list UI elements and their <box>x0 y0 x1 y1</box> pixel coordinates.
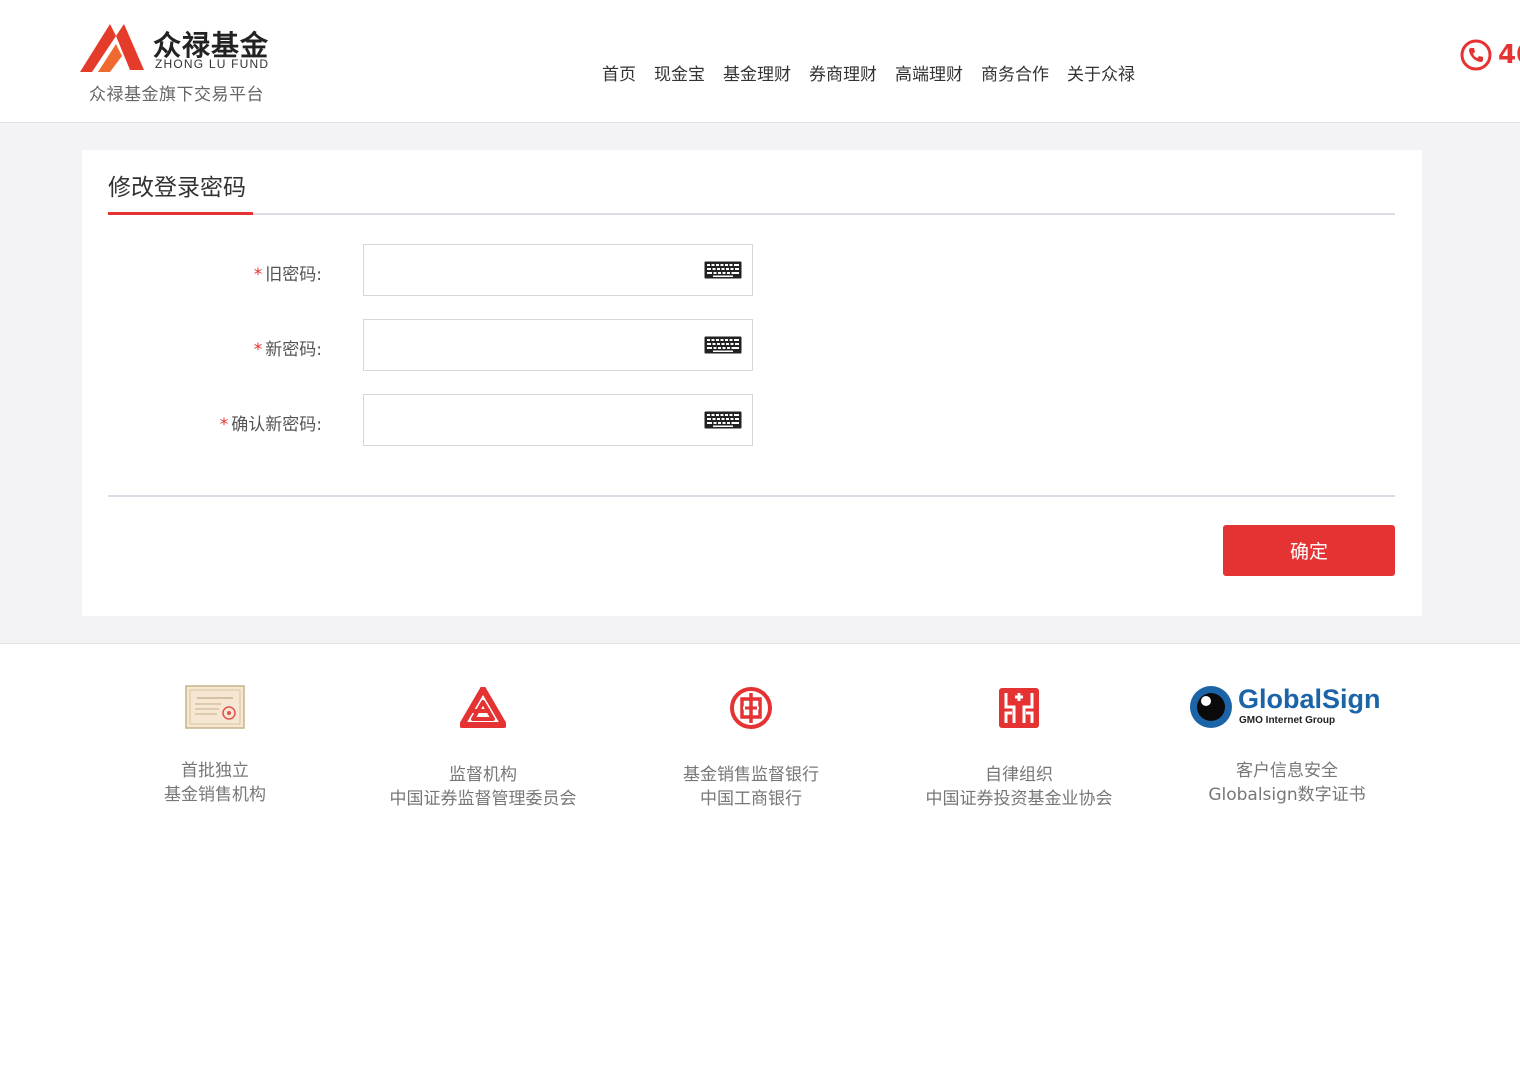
nav-home[interactable]: 首页 <box>602 60 636 85</box>
keyboard-icon[interactable] <box>704 261 742 279</box>
footer-icon-wrap <box>349 678 617 738</box>
footer-text: 基金销售监督银行 中国工商银行 <box>617 763 885 811</box>
footer-line1: 首批独立 <box>181 761 249 781</box>
title-divider <box>108 213 1395 215</box>
hotline-number: 40 <box>1498 40 1520 70</box>
confirm-password-row: * 确认新密码: <box>82 394 1422 448</box>
main-area: 修改登录密码 * 旧密码: * 新密码: * 确认新密码: 确定 <box>0 123 1520 644</box>
confirm-password-label: * 确认新密码: <box>220 410 322 435</box>
page-title: 修改登录密码 <box>108 175 246 201</box>
nav-broker-finance[interactable]: 券商理财 <box>809 60 877 85</box>
site-logo[interactable]: 众禄基金 ZHONG LU FUND 众禄基金旗下交易平台 <box>80 20 300 110</box>
keyboard-icon[interactable] <box>704 336 742 354</box>
confirm-password-label-text: 确认新密码: <box>231 415 322 435</box>
main-nav: 首页 现金宝 基金理财 券商理财 高端理财 商务合作 关于众禄 <box>593 60 1144 85</box>
footer-icon-wrap <box>885 678 1153 738</box>
footer-text: 监督机构 中国证券监督管理委员会 <box>349 763 617 811</box>
required-mark: * <box>253 265 263 285</box>
logo-subtitle: 众禄基金旗下交易平台 <box>89 85 264 105</box>
footer-icon-wrap <box>81 677 349 737</box>
nav-about[interactable]: 关于众禄 <box>1067 60 1135 85</box>
zhonglu-logo-mark-icon <box>80 24 144 72</box>
icbc-logo-icon <box>730 687 772 729</box>
site-header: 众禄基金 ZHONG LU FUND 众禄基金旗下交易平台 首页 现金宝 基金理… <box>0 0 1520 123</box>
footer-line1: 监督机构 <box>449 765 517 785</box>
csrc-logo-icon <box>460 687 506 728</box>
footer-icon-wrap: GlobalSign GMO Internet Group <box>1153 677 1421 737</box>
hotline[interactable]: 40 <box>1460 38 1520 72</box>
old-password-label-text: 旧密码: <box>265 265 322 285</box>
new-password-label: * 新密码: <box>254 335 322 360</box>
globalsign-subtext: GMO Internet Group <box>1239 715 1336 726</box>
footer-line2: 中国证券监督管理委员会 <box>389 789 577 809</box>
title-active-underline <box>108 212 253 215</box>
logo-en-text: ZHONG LU FUND <box>155 57 270 71</box>
footer-line2: 中国工商银行 <box>700 789 802 809</box>
globalsign-logo: GlobalSign GMO Internet Group <box>1187 682 1387 732</box>
globalsign-wordmark: GlobalSign <box>1238 684 1381 714</box>
footer-line1: 客户信息安全 <box>1236 761 1338 781</box>
required-mark: * <box>219 415 229 435</box>
form-divider <box>108 495 1395 497</box>
nav-business-cooperation[interactable]: 商务合作 <box>981 60 1049 85</box>
change-password-card: 修改登录密码 * 旧密码: * 新密码: * 确认新密码: 确定 <box>82 150 1422 616</box>
confirm-password-input[interactable] <box>363 394 753 446</box>
footer-text: 客户信息安全 Globalsign数字证书 <box>1153 759 1421 807</box>
footer-line1: 基金销售监督银行 <box>683 765 819 785</box>
keyboard-icon[interactable] <box>704 411 742 429</box>
required-mark: * <box>253 340 263 360</box>
site-footer: 首批独立 基金销售机构 监督机构 中国证券监督管理委员会 基金销售监督银行 中国… <box>0 645 1520 1090</box>
new-password-label-text: 新密码: <box>265 340 322 360</box>
footer-line2: Globalsign数字证书 <box>1208 785 1366 805</box>
new-password-input[interactable] <box>363 319 753 371</box>
footer-line1: 自律组织 <box>985 765 1053 785</box>
footer-line2: 基金销售机构 <box>164 785 266 805</box>
certificate-icon <box>185 685 245 729</box>
nav-cash-treasure[interactable]: 现金宝 <box>654 60 705 85</box>
footer-icon-wrap <box>617 678 885 738</box>
old-password-label: * 旧密码: <box>254 260 322 285</box>
confirm-button[interactable]: 确定 <box>1223 525 1395 576</box>
footer-text: 自律组织 中国证券投资基金业协会 <box>885 763 1153 811</box>
nav-fund-finance[interactable]: 基金理财 <box>723 60 791 85</box>
new-password-row: * 新密码: <box>82 319 1422 373</box>
nav-premium-finance[interactable]: 高端理财 <box>895 60 963 85</box>
amac-logo-icon <box>999 688 1039 728</box>
old-password-input[interactable] <box>363 244 753 296</box>
footer-text: 首批独立 基金销售机构 <box>81 759 349 807</box>
phone-icon <box>1460 39 1492 71</box>
footer-line2: 中国证券投资基金业协会 <box>925 789 1113 809</box>
old-password-row: * 旧密码: <box>82 244 1422 298</box>
globalsign-logo-icon <box>1190 686 1232 728</box>
